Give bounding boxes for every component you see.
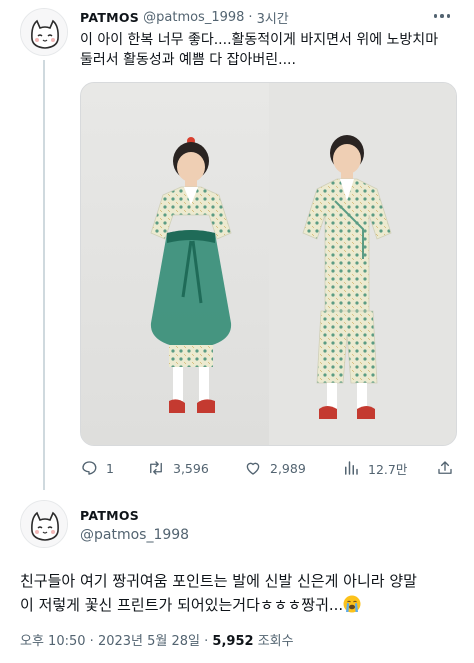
avatar[interactable]	[20, 500, 68, 548]
tweet-text: 이 아이 한복 너무 좋다....활동적이게 바지면서 위에 노방치마 둘러서 …	[80, 30, 460, 70]
timestamp[interactable]: 3시간	[257, 8, 289, 27]
reply-button[interactable]: 1	[80, 459, 114, 477]
like-count: 2,989	[270, 460, 306, 476]
display-name[interactable]: PATMOS	[80, 10, 139, 25]
retweet-icon	[150, 461, 162, 475]
tweet-text-line: 이 저렇게 꽃신 프린트가 되어있는거다ㅎㅎㅎ짱귀...	[20, 593, 460, 617]
share-button[interactable]	[436, 459, 454, 477]
tweet-text-line: 이 아이 한복 너무 좋다....활동적이게 바지면서 위에 노방치마	[80, 32, 439, 48]
tweet-time[interactable]: 오후 10:50	[20, 634, 86, 649]
display-name[interactable]: PATMOS	[80, 508, 139, 523]
tweet-meta: 오후 10:50 · 2023년 5월 28일 · 5,952 조회수	[20, 630, 294, 649]
like-icon	[246, 462, 260, 475]
reply-icon	[82, 461, 97, 475]
handle[interactable]: @patmos_1998	[80, 527, 189, 543]
tweet-text-line: 둘러서 활동성과 예쁨 다 잡아버린....	[80, 52, 296, 68]
thread-line	[43, 60, 45, 490]
reply-count: 1	[106, 460, 114, 476]
cat-avatar-icon	[21, 9, 67, 55]
tweet-text: 친구들아 여기 짱귀여움 포인트는 발에 신발 신은게 아니라 양말 이 저렇게…	[20, 569, 460, 617]
separator: ·	[204, 634, 209, 649]
more-icon[interactable]	[430, 6, 454, 26]
views-count: 12.7만	[368, 461, 408, 477]
tweet-header: PATMOS @patmos_1998 · 3시간	[80, 8, 289, 27]
retweet-count: 3,596	[173, 460, 209, 476]
tweet-text-line-content: 이 저렇게 꽃신 프린트가 되어있는거다ㅎㅎㅎ짱귀...	[20, 596, 344, 614]
views-icon	[345, 461, 358, 475]
tweet-text-line: 친구들아 여기 짱귀여움 포인트는 발에 신발 신은게 아니라 양말	[20, 572, 417, 590]
share-icon	[438, 461, 452, 474]
cat-avatar-icon	[21, 501, 67, 547]
views-label: 조회수	[257, 634, 294, 649]
like-button[interactable]: 2,989	[244, 459, 306, 477]
main-tweet: PATMOS @patmos_1998 친구들아 여기 짱귀여움 포인트는 발에…	[0, 490, 474, 663]
hanbok-children-photo	[81, 83, 456, 445]
retweet-button[interactable]: 3,596	[147, 459, 209, 477]
views-button[interactable]: 12.7만	[342, 459, 407, 478]
avatar[interactable]	[20, 8, 68, 56]
loudly-crying-face-icon	[343, 595, 361, 613]
separator: ·	[89, 634, 94, 649]
tweet-actions: 1 3,596 2,989 12.7만	[80, 458, 457, 478]
tweet-date[interactable]: 2023년 5월 28일	[98, 634, 200, 649]
separator: ·	[248, 9, 253, 25]
reply-context-tweet: PATMOS @patmos_1998 · 3시간 이 아이 한복 너무 좋다.…	[0, 0, 474, 490]
tweet-photo[interactable]	[80, 82, 457, 446]
views-count[interactable]: 5,952	[212, 634, 253, 649]
handle[interactable]: @patmos_1998	[143, 10, 244, 25]
